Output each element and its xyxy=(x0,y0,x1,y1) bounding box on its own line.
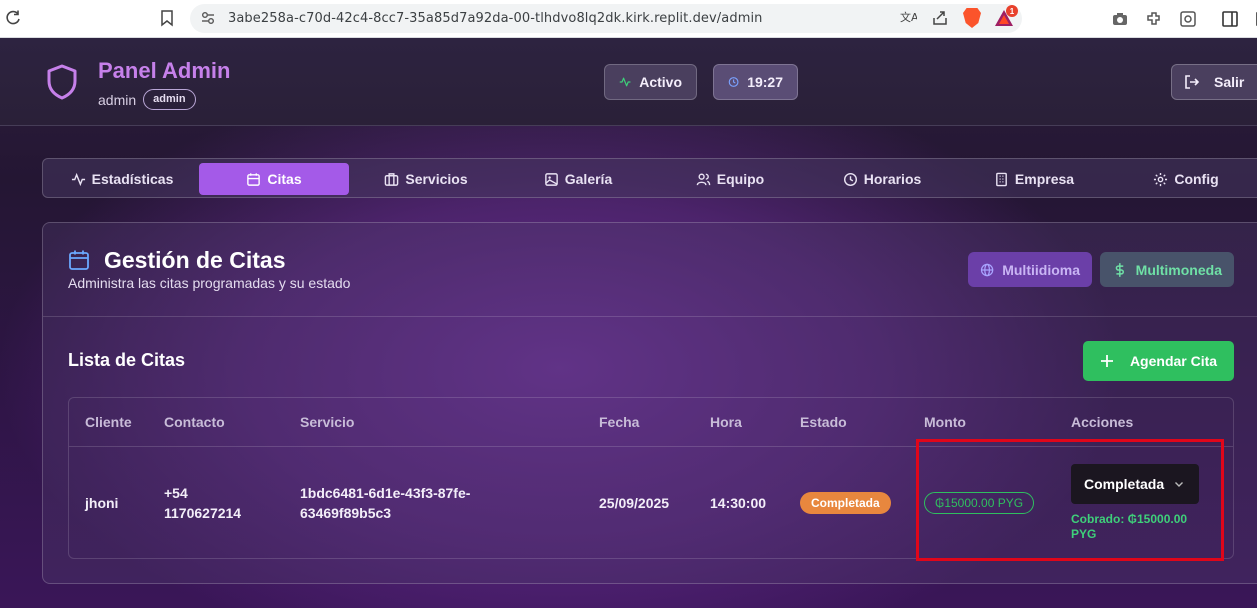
admin-app: Panel Admin admin admin Activo 19:27 Sal… xyxy=(0,38,1257,608)
tab-estadisticas[interactable]: Estadísticas xyxy=(47,163,197,195)
column-header: Hora xyxy=(710,414,742,430)
browser-toolbar: 3abe258a-c70d-42c4-8cc7-35a85d7a92da-00-… xyxy=(0,0,1257,38)
multicurrency-label: Multimoneda xyxy=(1135,261,1222,278)
tab-label: Estadísticas xyxy=(91,171,174,187)
column-header: Monto xyxy=(924,414,966,430)
status-select[interactable]: Completada xyxy=(1071,464,1199,504)
add-appointment-button[interactable]: Agendar Cita xyxy=(1083,341,1234,381)
notification-badge: 1 xyxy=(1006,5,1018,17)
svg-text:文A: 文A xyxy=(900,10,917,24)
brave-rewards-icon[interactable]: 1 xyxy=(994,5,1018,27)
globe-icon xyxy=(980,263,994,276)
multicurrency-badge: Multimoneda xyxy=(1100,252,1234,287)
contact-line: +54 xyxy=(164,485,188,501)
brave-shield-icon[interactable] xyxy=(962,8,982,28)
service-line: 63469f89b5c3 xyxy=(300,505,392,521)
clock-icon xyxy=(728,77,739,87)
site-settings-icon[interactable] xyxy=(200,10,216,26)
status-label: Activo xyxy=(639,74,682,90)
paid-line: PYG xyxy=(1071,527,1097,541)
tab-label: Equipo xyxy=(716,171,765,187)
column-header: Servicio xyxy=(300,414,355,430)
tab-horarios[interactable]: Horarios xyxy=(807,163,957,195)
calendar-icon xyxy=(69,250,89,270)
translate-icon[interactable]: 文A xyxy=(898,8,918,28)
tab-label: Citas xyxy=(267,171,302,187)
status-badge: Completada xyxy=(800,492,891,514)
amount-badge: ₲15000.00 PYG xyxy=(924,492,1035,514)
tab-config[interactable]: Config xyxy=(1111,163,1257,195)
add-appointment-label: Agendar Cita xyxy=(1129,353,1218,369)
column-header: Acciones xyxy=(1071,414,1134,430)
appointments-card: Gestión de Citas Administra las citas pr… xyxy=(42,222,1257,584)
column-header: Cliente xyxy=(85,414,132,430)
tab-galeria[interactable]: Galería xyxy=(503,163,653,195)
image-icon xyxy=(544,172,558,186)
multilanguage-badge: Multiidioma xyxy=(968,252,1092,287)
tab-label: Config xyxy=(1174,171,1219,187)
contact-cell: +54 1170627214 xyxy=(164,483,241,523)
column-header: Contacto xyxy=(164,414,225,430)
status-select-value: Completada xyxy=(1084,476,1165,492)
page-subtitle: Administra las citas programadas y su es… xyxy=(68,275,351,291)
briefcase-icon xyxy=(385,172,399,186)
tab-equipo[interactable]: Equipo xyxy=(655,163,805,195)
client-cell: jhoni xyxy=(85,495,119,511)
username: admin xyxy=(98,91,137,108)
paid-note: Cobrado: ₲15000.00 PYG xyxy=(1071,512,1221,542)
multilanguage-label: Multiidioma xyxy=(1002,261,1080,278)
list-title: Lista de Citas xyxy=(68,350,186,370)
chevron-down-icon xyxy=(1175,482,1183,487)
time-cell: 14:30:00 xyxy=(710,495,767,511)
service-line: 1bdc6481-6d1e-43f3-87fe- xyxy=(300,485,471,501)
page-title: Gestión de Citas xyxy=(104,247,286,273)
camera-icon[interactable] xyxy=(1110,9,1130,29)
tab-label: Empresa xyxy=(1014,171,1075,187)
url-text[interactable]: 3abe258a-c70d-42c4-8cc7-35a85d7a92da-00-… xyxy=(228,11,763,26)
divider xyxy=(69,446,1233,447)
activity-icon xyxy=(71,172,85,186)
app-title: Panel Admin xyxy=(98,58,231,83)
building-icon xyxy=(996,172,1007,186)
section-tabs: Estadísticas Citas Servicios Galería Equ… xyxy=(42,158,1257,198)
appointments-table: Cliente Contacto Servicio Fecha Hora Est… xyxy=(68,397,1234,559)
tab-empresa[interactable]: Empresa xyxy=(959,163,1109,195)
app-header: Panel Admin admin admin Activo 19:27 Sal… xyxy=(0,38,1257,126)
extensions-icon[interactable] xyxy=(1144,9,1164,29)
status-indicator: Activo xyxy=(604,64,697,100)
dollar-icon xyxy=(1115,262,1124,277)
reading-list-icon[interactable] xyxy=(1178,9,1198,29)
users-icon xyxy=(696,173,711,185)
plus-icon xyxy=(1100,355,1113,367)
tab-label: Galería xyxy=(564,171,613,187)
role-badge: admin xyxy=(143,89,196,110)
column-header: Estado xyxy=(800,414,847,430)
current-time: 19:27 xyxy=(747,74,783,90)
column-header: Fecha xyxy=(599,414,640,430)
tab-label: Horarios xyxy=(863,171,922,187)
bookmark-icon[interactable] xyxy=(158,9,176,27)
logout-button[interactable]: Salir xyxy=(1171,64,1257,100)
paid-line: Cobrado: ₲15000.00 xyxy=(1071,512,1188,526)
logout-label: Salir xyxy=(1214,74,1245,90)
clock-icon xyxy=(843,172,857,186)
contact-line: 1170627214 xyxy=(164,505,242,521)
shield-logo-icon xyxy=(47,64,77,100)
tab-label: Servicios xyxy=(405,171,468,187)
service-cell: 1bdc6481-6d1e-43f3-87fe- 63469f89b5c3 xyxy=(300,483,470,523)
date-cell: 25/09/2025 xyxy=(599,495,670,511)
reload-icon[interactable] xyxy=(4,9,22,27)
activity-icon xyxy=(619,77,631,87)
clock-display: 19:27 xyxy=(713,64,798,100)
tab-citas[interactable]: Citas xyxy=(199,163,349,195)
tab-servicios[interactable]: Servicios xyxy=(351,163,501,195)
calendar-icon xyxy=(247,172,261,186)
share-icon[interactable] xyxy=(930,8,950,28)
gear-icon xyxy=(1154,172,1168,186)
user-info: admin admin xyxy=(98,89,196,110)
sidebar-icon[interactable] xyxy=(1220,9,1240,29)
divider xyxy=(43,316,1257,317)
logout-icon xyxy=(1185,75,1200,89)
address-bar[interactable]: 3abe258a-c70d-42c4-8cc7-35a85d7a92da-00-… xyxy=(190,4,1022,33)
